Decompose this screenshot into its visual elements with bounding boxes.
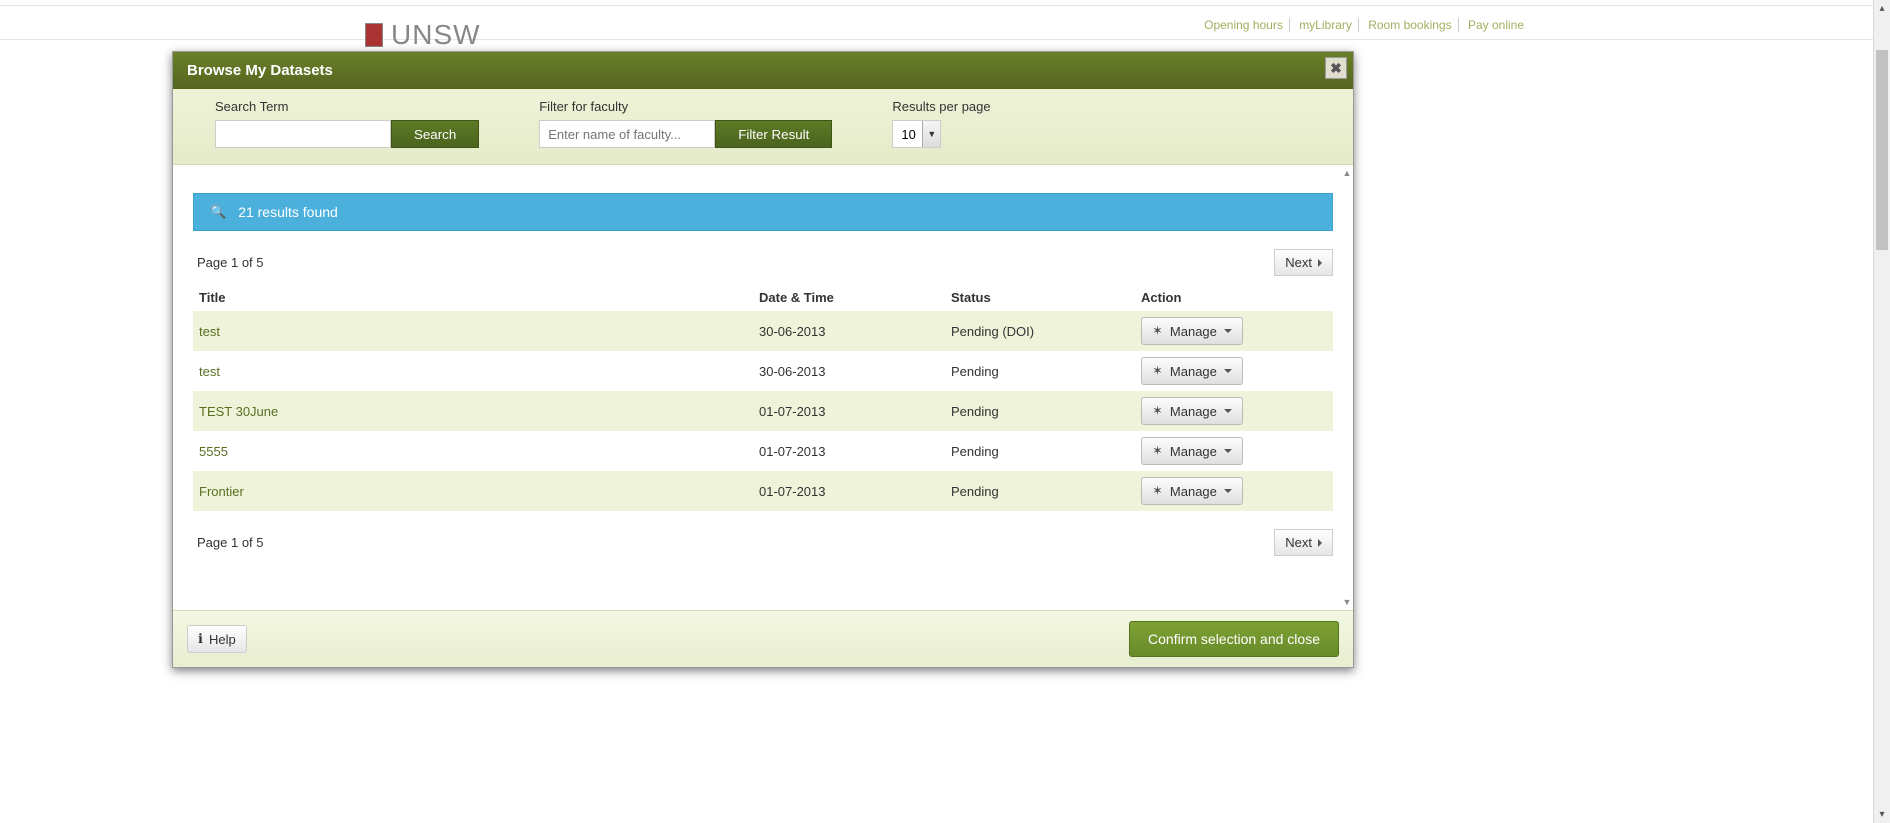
modal-footer: ℹ Help Confirm selection and close	[173, 610, 1353, 667]
page-info-bottom: Page 1 of 5	[193, 535, 264, 550]
results-per-page-select[interactable]: 10	[892, 120, 941, 148]
manage-button[interactable]: ✶ Manage	[1141, 357, 1243, 385]
dataset-status: Pending	[945, 471, 1135, 511]
table-header-row: Title Date & Time Status Action	[193, 284, 1333, 311]
dataset-status: Pending	[945, 351, 1135, 391]
manage-label: Manage	[1170, 364, 1217, 379]
search-term-group: Search Term Search	[215, 99, 479, 148]
col-header-title: Title	[193, 284, 753, 311]
manage-label: Manage	[1170, 404, 1217, 419]
dataset-title-link[interactable]: test	[199, 324, 220, 339]
dataset-title-link[interactable]: 5555	[199, 444, 228, 459]
browse-datasets-modal: Browse My Datasets ✖ Search Term Search …	[172, 51, 1354, 668]
help-button[interactable]: ℹ Help	[187, 625, 247, 653]
bg-link: Pay online	[1462, 18, 1530, 32]
col-header-action: Action	[1135, 284, 1333, 311]
chevron-right-icon	[1318, 259, 1322, 267]
col-header-status: Status	[945, 284, 1135, 311]
results-per-page-group: Results per page 10 ▼	[892, 99, 990, 148]
search-term-label: Search Term	[215, 99, 479, 114]
faculty-filter-group: Filter for faculty Filter Result	[539, 99, 832, 148]
gear-icon: ✶	[1152, 483, 1163, 499]
gear-icon: ✶	[1152, 443, 1163, 459]
manage-button[interactable]: ✶ Manage	[1141, 477, 1243, 505]
bg-link: myLibrary	[1293, 18, 1359, 32]
bg-link: Room bookings	[1362, 18, 1458, 32]
table-row: test 30-06-2013Pending ✶ Manage	[193, 351, 1333, 391]
next-label: Next	[1285, 535, 1312, 550]
results-per-page-select-wrap: 10 ▼	[892, 120, 941, 148]
chevron-down-icon	[1224, 329, 1232, 333]
info-icon: ℹ	[198, 631, 203, 647]
gear-icon: ✶	[1152, 323, 1163, 339]
datasets-table: Title Date & Time Status Action test 30-0…	[193, 284, 1333, 511]
manage-button[interactable]: ✶ Manage	[1141, 317, 1243, 345]
brand-text: UNSW	[391, 19, 481, 51]
table-row: 5555 01-07-2013Pending ✶ Manage	[193, 431, 1333, 471]
modal-body: 🔍 21 results found Page 1 of 5 Next Titl…	[173, 165, 1353, 610]
results-per-page-label: Results per page	[892, 99, 990, 114]
results-found-text: 21 results found	[238, 204, 338, 220]
dataset-date: 30-06-2013	[753, 311, 945, 351]
modal-close-button[interactable]: ✖	[1325, 57, 1347, 79]
background-brand: UNSW	[365, 19, 481, 51]
dataset-date: 01-07-2013	[753, 431, 945, 471]
faculty-filter-label: Filter for faculty	[539, 99, 832, 114]
table-row: test 30-06-2013Pending (DOI) ✶ Manage	[193, 311, 1333, 351]
chevron-down-icon	[1224, 369, 1232, 373]
manage-button[interactable]: ✶ Manage	[1141, 397, 1243, 425]
background-top-links: Opening hours myLibrary Room bookings Pa…	[1198, 18, 1530, 32]
manage-label: Manage	[1170, 324, 1217, 339]
dataset-date: 01-07-2013	[753, 471, 945, 511]
table-row: TEST 30June 01-07-2013Pending ✶ Manage	[193, 391, 1333, 431]
scroll-down-icon: ▾	[1874, 806, 1890, 823]
dataset-date: 30-06-2013	[753, 351, 945, 391]
scroll-down-icon: ▼	[1341, 596, 1353, 608]
window-scrollbar[interactable]: ▴ ▾	[1873, 0, 1890, 823]
chevron-down-icon	[1224, 449, 1232, 453]
search-term-input[interactable]	[215, 120, 391, 148]
modal-body-scrollbar[interactable]: ▲ ▼	[1341, 165, 1353, 610]
dataset-date: 01-07-2013	[753, 391, 945, 431]
chevron-down-icon	[1224, 409, 1232, 413]
gear-icon: ✶	[1152, 363, 1163, 379]
results-found-banner: 🔍 21 results found	[193, 193, 1333, 231]
search-icon: 🔍	[210, 204, 226, 220]
modal-title: Browse My Datasets	[187, 62, 333, 79]
dataset-status: Pending (DOI)	[945, 311, 1135, 351]
help-label: Help	[209, 632, 236, 647]
next-button-bottom[interactable]: Next	[1274, 529, 1333, 556]
faculty-filter-input[interactable]	[539, 120, 715, 148]
scroll-up-icon: ▴	[1874, 0, 1890, 17]
manage-button[interactable]: ✶ Manage	[1141, 437, 1243, 465]
dataset-status: Pending	[945, 391, 1135, 431]
scroll-up-icon: ▲	[1341, 167, 1353, 179]
col-header-date: Date & Time	[753, 284, 945, 311]
dataset-title-link[interactable]: test	[199, 364, 220, 379]
scrollbar-thumb[interactable]	[1876, 50, 1888, 250]
filter-result-button[interactable]: Filter Result	[715, 120, 832, 148]
unsw-crest-icon	[365, 23, 383, 47]
dataset-title-link[interactable]: TEST 30June	[199, 404, 278, 419]
close-icon: ✖	[1330, 60, 1342, 76]
pager-top: Page 1 of 5 Next	[193, 249, 1333, 276]
background-topbar	[0, 5, 1890, 40]
chevron-right-icon	[1318, 539, 1322, 547]
bg-link: Opening hours	[1198, 18, 1290, 32]
gear-icon: ✶	[1152, 403, 1163, 419]
confirm-selection-button[interactable]: Confirm selection and close	[1129, 621, 1339, 657]
filter-bar: Search Term Search Filter for faculty Fi…	[173, 89, 1353, 165]
modal-header: Browse My Datasets ✖	[173, 52, 1353, 89]
dataset-title-link[interactable]: Frontier	[199, 484, 244, 499]
next-label: Next	[1285, 255, 1312, 270]
chevron-down-icon	[1224, 489, 1232, 493]
dataset-status: Pending	[945, 431, 1135, 471]
manage-label: Manage	[1170, 444, 1217, 459]
manage-label: Manage	[1170, 484, 1217, 499]
next-button-top[interactable]: Next	[1274, 249, 1333, 276]
page-info-top: Page 1 of 5	[193, 255, 264, 270]
table-row: Frontier 01-07-2013Pending ✶ Manage	[193, 471, 1333, 511]
search-button[interactable]: Search	[391, 120, 479, 148]
pager-bottom: Page 1 of 5 Next	[193, 529, 1333, 556]
